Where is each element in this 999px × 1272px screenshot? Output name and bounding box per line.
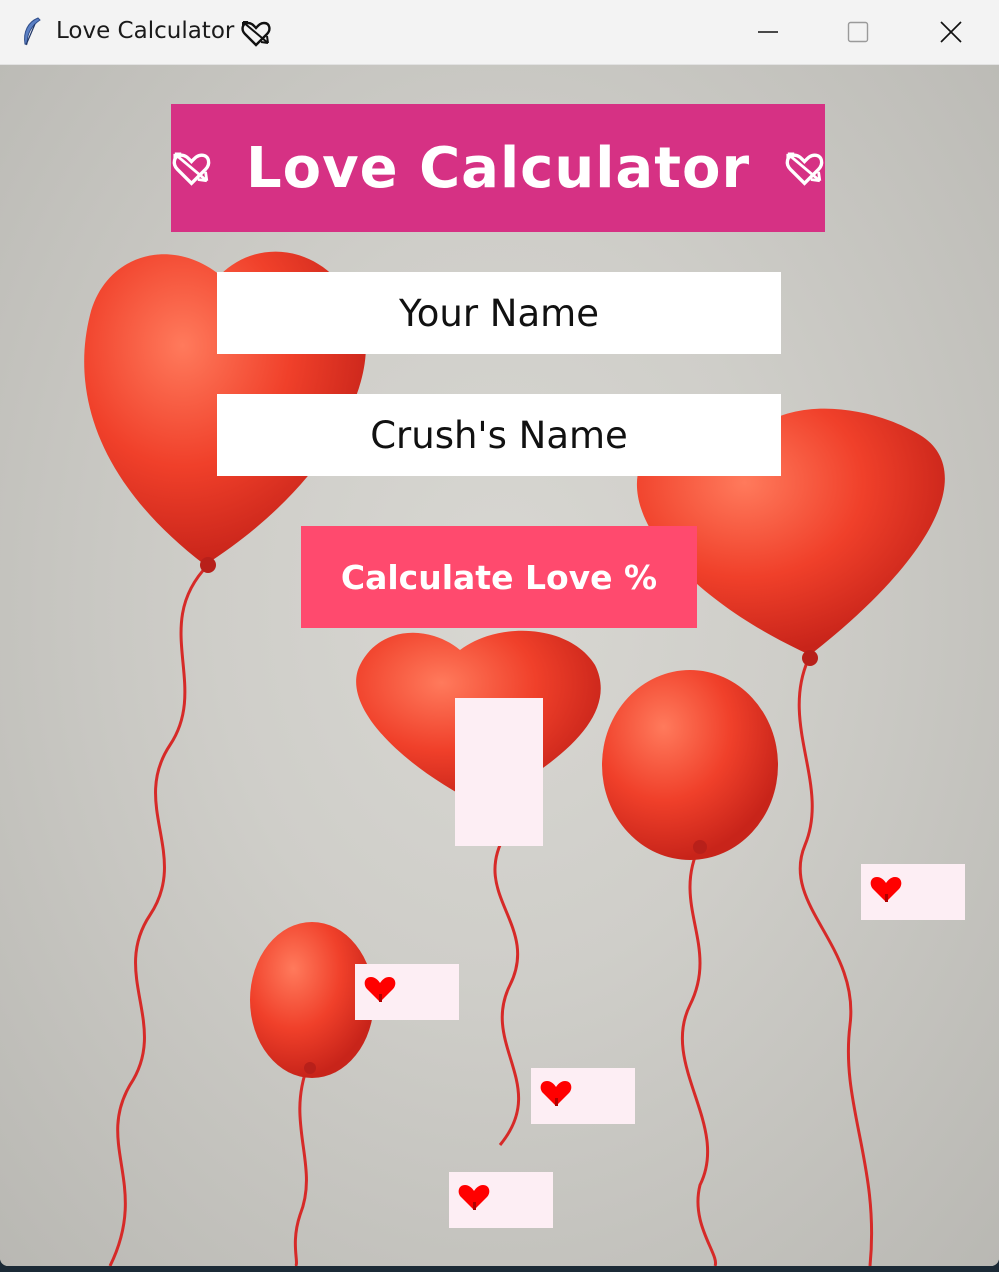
title-bar[interactable]: Love Calculator [0,0,999,65]
heart-icon [870,877,902,902]
heart-icon [540,1081,572,1106]
heart-icon [458,1185,490,1210]
minimize-button[interactable] [722,0,814,64]
heart-label [355,964,459,1020]
heart-icon [364,977,396,1002]
app-window: Love Calculator Love Calculator Your Nam… [0,0,999,1266]
heart-with-arrow-icon [785,152,824,186]
heart-with-arrow-icon [241,21,271,47]
result-display [455,698,543,846]
maximize-icon [847,21,869,43]
app-title: Love Calculator [245,135,751,201]
heart-label [531,1068,635,1124]
heart-with-arrow-icon [172,152,211,186]
feather-icon [24,17,41,46]
calculate-love-button[interactable]: Calculate Love % [301,526,697,628]
minimize-icon [758,31,778,33]
close-icon [940,21,962,43]
balloon-background-image [84,251,945,1266]
your-name-input[interactable] [217,272,781,354]
heart-label [861,864,965,920]
crush-name-input[interactable] [217,394,781,476]
maximize-button[interactable] [812,0,904,64]
heart-label [449,1172,553,1228]
close-button[interactable] [905,0,997,64]
app-header: Love Calculator [171,104,825,232]
window-title: Love Calculator [56,18,235,44]
window-content: Love Calculator Calculate Love % [0,65,999,1266]
